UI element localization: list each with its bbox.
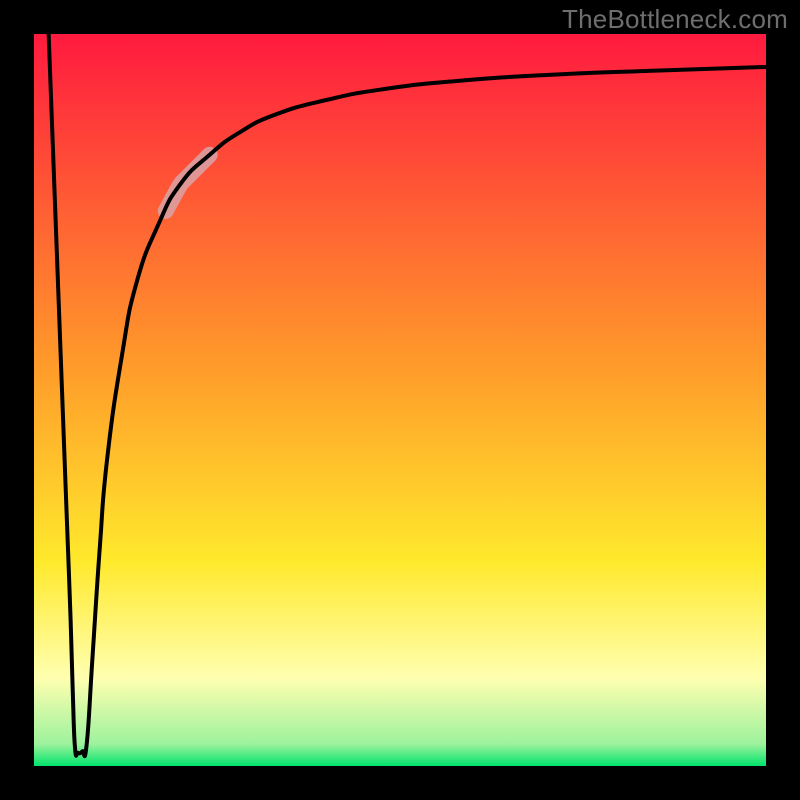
chart-stage: TheBottleneck.com [0, 0, 800, 800]
plot-background-gradient [34, 34, 766, 766]
bottleneck-curve-chart [0, 0, 800, 800]
watermark-text: TheBottleneck.com [562, 4, 788, 35]
